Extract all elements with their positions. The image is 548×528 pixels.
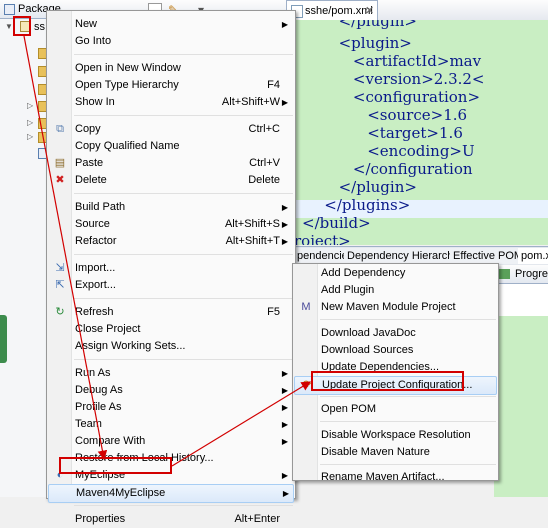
menu-item-shortcut: Alt+Enter (234, 513, 280, 525)
annotation-arrows (23, 35, 312, 467)
annotation-arrow (171, 381, 312, 467)
menu-item-label: Properties (75, 513, 126, 525)
annotation-arrow (23, 35, 108, 461)
menu-separator (74, 505, 293, 506)
menu-item-properties[interactable]: Properties Alt+Enter (48, 511, 292, 528)
